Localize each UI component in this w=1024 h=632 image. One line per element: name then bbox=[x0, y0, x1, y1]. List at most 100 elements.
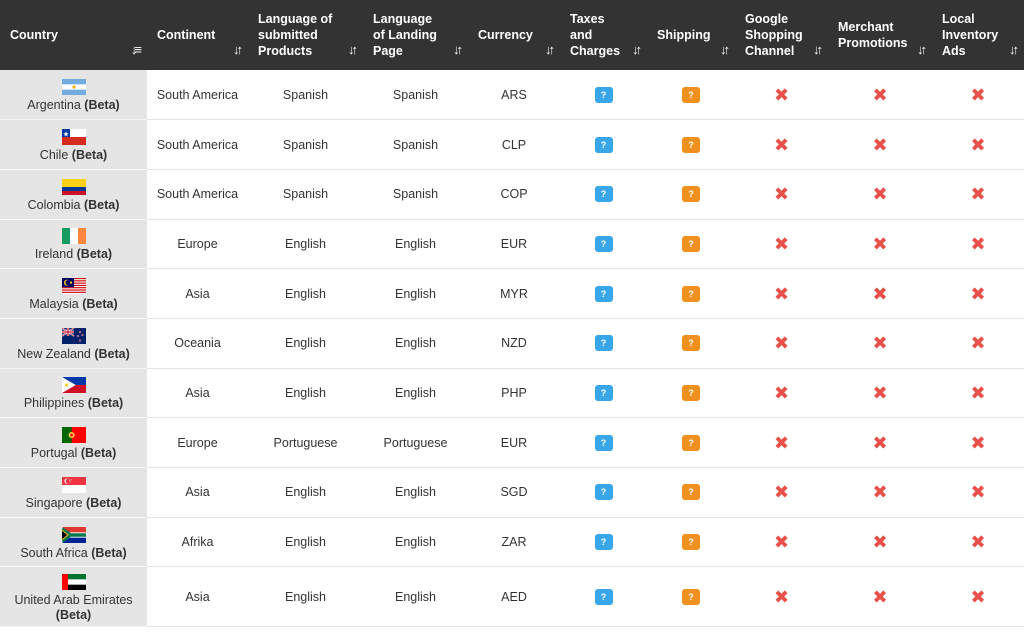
taxes-info-icon[interactable]: ? bbox=[594, 186, 613, 203]
country-cell: Portugal (Beta) bbox=[0, 417, 147, 468]
not-supported-cross-icon: ✖ bbox=[872, 184, 888, 205]
shipping-info-icon[interactable]: ? bbox=[682, 86, 700, 103]
column-header-shipping[interactable]: Shipping ↓↑ bbox=[647, 0, 735, 70]
shipping-info-icon[interactable]: ? bbox=[682, 484, 700, 501]
shipping-info-icon[interactable]: ? bbox=[682, 285, 700, 302]
sort-icon[interactable]: ↓↑ bbox=[453, 42, 463, 58]
not-supported-cross-icon: ✖ bbox=[872, 233, 888, 254]
language-landing-cell: Portuguese bbox=[363, 417, 468, 468]
not-supported-cross-icon: ✖ bbox=[872, 134, 888, 155]
taxes-info-icon[interactable]: ? bbox=[594, 434, 613, 451]
shipping-info-icon[interactable]: ? bbox=[682, 335, 700, 352]
column-header-merchant-promotions[interactable]: Merchant Promotions ↓↑ bbox=[828, 0, 932, 70]
column-header-taxes[interactable]: Taxes and Charges ↓↑ bbox=[560, 0, 647, 70]
language-landing-cell: Spanish bbox=[363, 119, 468, 170]
currency-cell: PHP bbox=[468, 368, 560, 419]
continent-cell: Afrika bbox=[147, 517, 248, 568]
flag-ae-icon bbox=[61, 573, 86, 590]
shipping-cell: ? bbox=[647, 169, 735, 220]
not-supported-cross-icon: ✖ bbox=[773, 482, 790, 503]
currency-cell: AED bbox=[468, 566, 560, 628]
currency-cell: ZAR bbox=[468, 517, 560, 568]
column-header-currency[interactable]: Currency ↓↑ bbox=[468, 0, 560, 70]
currency-cell: NZD bbox=[468, 318, 560, 369]
shipping-info-icon[interactable]: ? bbox=[682, 384, 700, 401]
shipping-cell: ? bbox=[647, 517, 735, 568]
shipping-info-icon[interactable]: ? bbox=[682, 534, 700, 551]
table-row: Singapore (Beta) Asia English English SG… bbox=[0, 467, 1024, 518]
column-header-language-landing[interactable]: Language of Landing Page ↓↑ bbox=[363, 0, 468, 70]
country-name: Argentina bbox=[27, 98, 81, 113]
continent-cell: Oceania bbox=[147, 318, 248, 369]
shipping-info-icon[interactable]: ? bbox=[682, 434, 700, 451]
not-supported-cross-icon: ✖ bbox=[872, 333, 888, 354]
shipping-info-icon[interactable]: ? bbox=[682, 186, 700, 203]
taxes-info-icon[interactable]: ? bbox=[594, 384, 613, 401]
not-supported-cross-icon: ✖ bbox=[970, 382, 986, 403]
currency-cell: EUR bbox=[468, 417, 560, 468]
country-cell: Chile (Beta) bbox=[0, 119, 147, 170]
flag-cl-icon bbox=[61, 129, 86, 146]
language-landing-cell: English bbox=[363, 517, 468, 568]
taxes-info-icon[interactable]: ? bbox=[594, 335, 613, 352]
country-name: Singapore bbox=[25, 495, 83, 510]
column-header-country[interactable]: Country ↓≡ bbox=[0, 0, 147, 70]
sort-icon[interactable]: ↓↑ bbox=[1009, 42, 1019, 58]
shipping-info-icon[interactable]: ? bbox=[682, 235, 700, 252]
taxes-info-icon[interactable]: ? bbox=[594, 86, 613, 103]
table-row: Chile (Beta) South America Spanish Spani… bbox=[0, 119, 1024, 170]
sort-icon[interactable]: ↓↑ bbox=[720, 42, 730, 58]
taxes-info-icon[interactable]: ? bbox=[594, 588, 613, 605]
column-header-label: Taxes and Charges bbox=[570, 12, 621, 58]
language-products-cell: Portuguese bbox=[248, 417, 363, 468]
language-products-cell: English bbox=[248, 318, 363, 369]
country-name: United Arab Emirates bbox=[14, 592, 133, 607]
language-products-cell: Spanish bbox=[248, 119, 363, 170]
sort-icon[interactable]: ↓↑ bbox=[545, 42, 555, 58]
not-supported-cross-icon: ✖ bbox=[970, 482, 986, 503]
local-inventory-cell: ✖ bbox=[932, 119, 1024, 170]
sort-icon[interactable]: ↓↑ bbox=[632, 42, 642, 58]
taxes-info-icon[interactable]: ? bbox=[594, 235, 613, 252]
shipping-info-icon[interactable]: ? bbox=[682, 588, 700, 605]
country-cell: Singapore (Beta) bbox=[0, 467, 147, 518]
beta-label: (Beta) bbox=[80, 446, 117, 461]
merchant-promotions-cell: ✖ bbox=[828, 318, 932, 369]
table-row: Ireland (Beta) Europe English English EU… bbox=[0, 219, 1024, 270]
taxes-info-icon[interactable]: ? bbox=[594, 136, 613, 153]
beta-label: (Beta) bbox=[83, 197, 120, 212]
column-header-google-shopping[interactable]: Google Shopping Channel ↓↑ bbox=[735, 0, 828, 70]
country-cell: United Arab Emirates (Beta) bbox=[0, 566, 147, 628]
flag-pt-icon bbox=[61, 427, 86, 444]
flag-ie-icon bbox=[61, 228, 86, 245]
shipping-info-icon[interactable]: ? bbox=[682, 136, 700, 153]
sort-icon[interactable]: ↓↑ bbox=[813, 42, 823, 58]
sort-icon[interactable]: ↓↑ bbox=[233, 42, 243, 58]
taxes-info-icon[interactable]: ? bbox=[594, 285, 613, 302]
column-header-local-inventory[interactable]: Local Inventory Ads ↓↑ bbox=[932, 0, 1024, 70]
sort-icon[interactable]: ↓↑ bbox=[917, 42, 927, 58]
not-supported-cross-icon: ✖ bbox=[773, 283, 790, 304]
not-supported-cross-icon: ✖ bbox=[773, 233, 790, 254]
local-inventory-cell: ✖ bbox=[932, 268, 1024, 319]
country-cell: New Zealand (Beta) bbox=[0, 318, 147, 369]
country-cell: Philippines (Beta) bbox=[0, 368, 147, 419]
not-supported-cross-icon: ✖ bbox=[872, 283, 888, 304]
language-landing-cell: English bbox=[363, 219, 468, 270]
country-name: Portugal bbox=[30, 446, 78, 461]
beta-label: (Beta) bbox=[91, 545, 127, 560]
country-name: Philippines bbox=[23, 396, 85, 411]
sort-active-icon[interactable]: ↓≡ bbox=[131, 42, 142, 58]
merchant-promotions-cell: ✖ bbox=[828, 417, 932, 468]
beta-label: (Beta) bbox=[84, 98, 120, 113]
sort-icon[interactable]: ↓↑ bbox=[348, 42, 358, 58]
language-landing-cell: English bbox=[363, 566, 468, 628]
column-header-continent[interactable]: Continent ↓↑ bbox=[147, 0, 248, 70]
google-shopping-cell: ✖ bbox=[735, 368, 828, 419]
taxes-info-icon[interactable]: ? bbox=[594, 484, 613, 501]
taxes-info-icon[interactable]: ? bbox=[594, 534, 613, 551]
country-name: Malaysia bbox=[29, 297, 79, 312]
flag-ar-icon bbox=[61, 79, 86, 96]
column-header-language-products[interactable]: Language of submitted Products ↓↑ bbox=[248, 0, 363, 70]
table-row: New Zealand (Beta) Oceania English Engli… bbox=[0, 318, 1024, 369]
